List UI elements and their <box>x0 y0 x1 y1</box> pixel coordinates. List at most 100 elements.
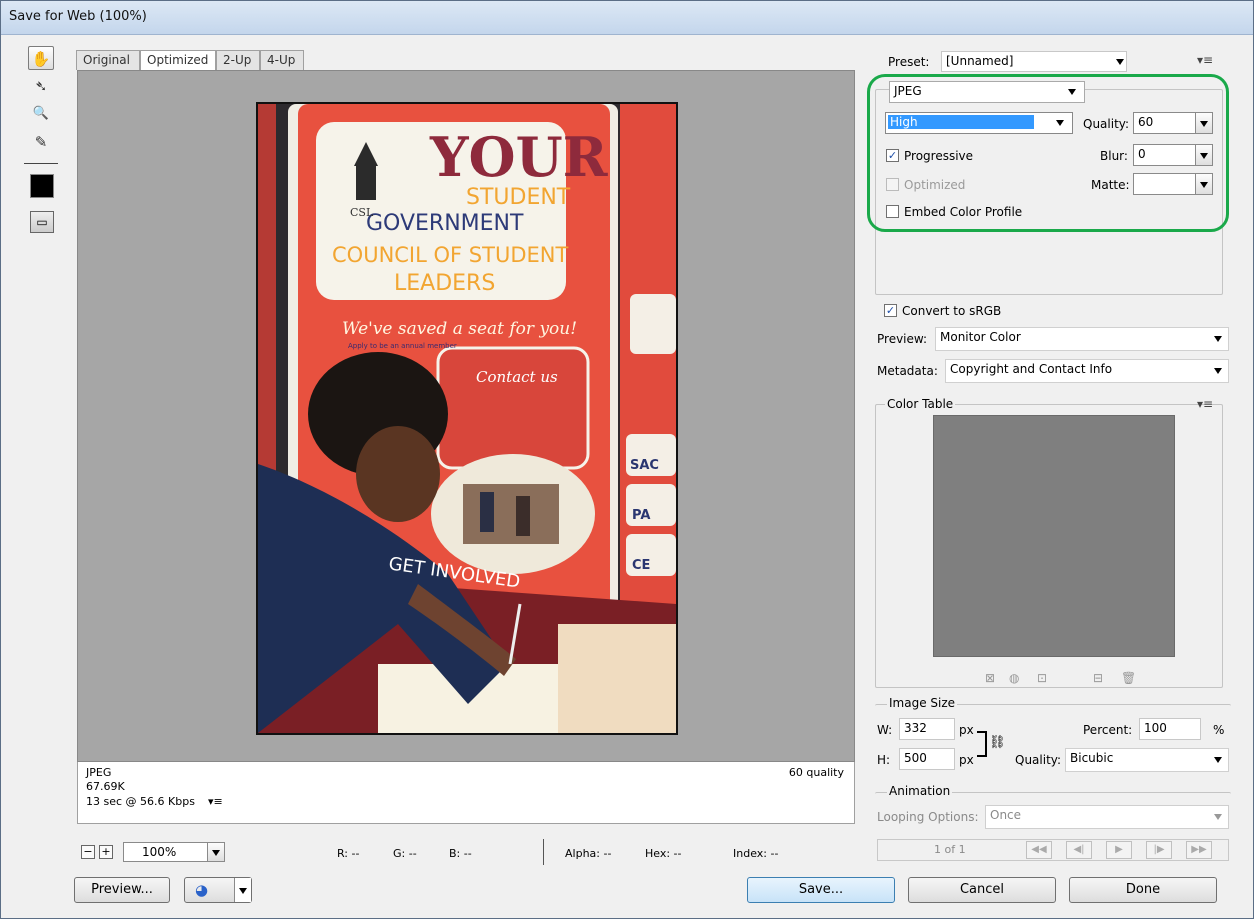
color-table-menu-icon[interactable]: ▾≡ <box>1197 397 1213 411</box>
height-field[interactable]: 500 <box>899 748 955 770</box>
looping-options-label: Looping Options: <box>877 810 979 824</box>
preset-value: [Unnamed] <box>946 54 1014 68</box>
optimized-image-preview[interactable]: YOUR STUDENT GOVERNMENT COUNCIL OF STUDE… <box>256 102 678 735</box>
poster-photo: YOUR STUDENT GOVERNMENT COUNCIL OF STUDE… <box>258 104 676 733</box>
slice-visibility-toggle-icon[interactable]: ▭ <box>30 211 54 233</box>
compression-value: High <box>888 115 1034 129</box>
embed-color-profile-checkbox[interactable] <box>886 205 899 218</box>
quality-label: Quality: <box>1083 117 1130 131</box>
zoom-tool-icon[interactable]: 🔍 <box>28 102 54 126</box>
lock-color-icon[interactable]: ⊡ <box>1037 671 1047 685</box>
poster-side-word-pa: PA <box>632 508 650 523</box>
format-select[interactable]: JPEG <box>889 81 1085 103</box>
previous-frame-icon[interactable]: ◀| <box>1066 841 1092 859</box>
matte-label: Matte: <box>1091 178 1130 192</box>
settings-menu-icon[interactable]: ▾≡ <box>1197 53 1213 67</box>
info-download-time: 13 sec @ 56.6 Kbps <box>86 795 195 808</box>
eyedropper-tool-icon[interactable]: ✎ <box>28 130 54 154</box>
preset-label: Preset: <box>888 55 930 69</box>
settings-panel: Preset: [Unnamed] ▾≡ JPEG High Quality: … <box>867 45 1231 865</box>
chevron-down-icon[interactable] <box>1195 145 1212 165</box>
readout-g: G: -- <box>393 847 417 860</box>
height-unit: px <box>959 753 974 767</box>
animation-frame-bar: 1 of 1 ◀◀ ◀| ▶ |▶ ▶▶ <box>877 839 1229 861</box>
poster-headline-your: YOUR <box>429 125 609 189</box>
blur-label: Blur: <box>1100 149 1128 163</box>
web-snap-icon[interactable]: ◍ <box>1009 671 1019 685</box>
play-icon[interactable]: ▶ <box>1106 841 1132 859</box>
status-bar: − + 100% R: -- G: -- B: -- Alpha: -- Hex… <box>75 839 855 865</box>
tab-optimized[interactable]: Optimized <box>140 50 216 71</box>
preview-browser-select[interactable]: ◕ <box>184 877 252 903</box>
last-frame-icon[interactable]: ▶▶ <box>1186 841 1212 859</box>
width-value: 332 <box>904 721 927 735</box>
metadata-select[interactable]: Copyright and Contact Info <box>945 359 1229 383</box>
preview-label: Preview: <box>877 332 928 346</box>
preset-select[interactable]: [Unnamed] <box>941 51 1127 72</box>
done-button[interactable]: Done <box>1069 877 1217 903</box>
next-frame-icon[interactable]: |▶ <box>1146 841 1172 859</box>
slice-select-tool-icon[interactable]: ➴ <box>28 74 54 98</box>
width-field[interactable]: 332 <box>899 718 955 740</box>
image-size-label: Image Size <box>887 696 958 710</box>
blur-field[interactable]: 0 <box>1133 144 1213 166</box>
readout-hex: Hex: -- <box>645 847 682 860</box>
animation-label: Animation <box>887 784 953 798</box>
quality-field[interactable]: 60 <box>1133 112 1213 134</box>
info-file-size: 67.69K <box>86 780 125 793</box>
matte-field[interactable] <box>1133 173 1213 195</box>
readout-b: B: -- <box>449 847 472 860</box>
poster-headline-council: COUNCIL OF STUDENT <box>332 243 568 267</box>
looping-options-select[interactable]: Once <box>985 805 1229 829</box>
eyedropper-color-swatch[interactable] <box>30 174 54 198</box>
progressive-checkbox[interactable]: ✓ <box>886 149 899 162</box>
trash-icon[interactable]: 🗑 <box>1121 671 1136 685</box>
percent-field[interactable]: 100 <box>1139 718 1201 740</box>
zoom-out-button[interactable]: − <box>81 845 95 859</box>
preview-color-select[interactable]: Monitor Color <box>935 327 1229 351</box>
chevron-down-icon[interactable] <box>234 878 251 902</box>
chevron-down-icon <box>1214 336 1222 342</box>
optimized-checkbox[interactable] <box>886 178 899 191</box>
tab-2-up[interactable]: 2-Up <box>216 50 260 70</box>
tab-4-up[interactable]: 4-Up <box>260 50 304 70</box>
new-color-icon[interactable]: ⊟ <box>1093 671 1103 685</box>
info-format: JPEG <box>86 766 112 779</box>
save-button[interactable]: Save... <box>747 877 895 903</box>
width-label: W: <box>877 723 893 737</box>
color-table-swatch-area[interactable] <box>933 415 1175 657</box>
readout-r: R: -- <box>337 847 360 860</box>
percent-label: Percent: <box>1083 723 1133 737</box>
hand-tool-icon[interactable]: ✋ <box>28 46 54 70</box>
convert-srgb-checkbox[interactable]: ✓ <box>884 304 897 317</box>
height-value: 500 <box>904 751 927 765</box>
link-chain-icon[interactable]: ⛓ <box>989 735 1006 750</box>
width-unit: px <box>959 723 974 737</box>
zoom-in-button[interactable]: + <box>99 845 113 859</box>
chevron-down-icon[interactable] <box>1195 174 1212 194</box>
poster-tagline: We've saved a seat for you! <box>342 319 577 339</box>
map-transparent-icon[interactable]: ⊠ <box>985 671 995 685</box>
poster-subtagline: Apply to be an annual member <box>348 342 457 350</box>
resample-quality-value: Bicubic <box>1070 751 1114 765</box>
cancel-button[interactable]: Cancel <box>908 877 1056 903</box>
chevron-down-icon[interactable] <box>207 843 224 861</box>
metadata-label: Metadata: <box>877 364 938 378</box>
resample-quality-select[interactable]: Bicubic <box>1065 748 1229 772</box>
zoom-level-select[interactable]: 100% <box>123 842 225 862</box>
first-frame-icon[interactable]: ◀◀ <box>1026 841 1052 859</box>
readout-index: Index: -- <box>733 847 779 860</box>
resample-quality-label: Quality: <box>1015 753 1062 767</box>
preview-value: Monitor Color <box>940 330 1021 344</box>
poster-side-word-sac: SAC <box>630 458 659 473</box>
percent-sign: % <box>1213 723 1225 737</box>
chevron-down-icon <box>1214 757 1222 763</box>
chevron-down-icon[interactable] <box>1195 113 1212 133</box>
info-menu-icon[interactable]: ▾≡ <box>208 795 223 808</box>
poster-headline-student: STUDENT <box>466 185 571 210</box>
optimized-label: Optimized <box>904 178 966 192</box>
tab-original[interactable]: Original <box>76 50 140 70</box>
title-bar: Save for Web (100%) <box>1 1 1253 35</box>
compression-quality-select[interactable]: High <box>885 112 1073 134</box>
preview-button[interactable]: Preview... <box>74 877 170 903</box>
